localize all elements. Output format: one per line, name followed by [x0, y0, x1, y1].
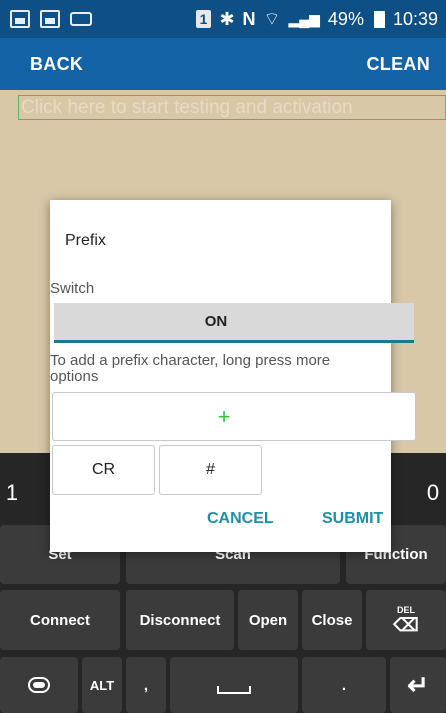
toggle-label: ON [204, 313, 228, 330]
bluetooth-icon: ✱ [219, 8, 235, 29]
emoji-key[interactable] [0, 657, 78, 713]
app-bar: BACK CLEAN [0, 38, 446, 90]
clean-button[interactable]: CLEAN [367, 54, 431, 75]
space-icon [217, 686, 251, 694]
sim-badge: 1 [195, 10, 212, 28]
status-bar: 1 ✱ N ⌔ ▂▄▆ 49% 10:39 [0, 0, 446, 38]
open-key[interactable]: Open [238, 590, 298, 650]
dialog-title: Prefix [65, 232, 106, 249]
backspace-icon: ⌫ [393, 614, 419, 635]
signal-icon: ▂▄▆ [288, 10, 320, 27]
connect-key[interactable]: Connect [0, 590, 120, 650]
back-button[interactable]: BACK [30, 54, 83, 75]
delete-key-label: DEL [397, 604, 415, 615]
nfc-icon: N [242, 8, 256, 29]
add-prefix-button[interactable]: + [52, 392, 416, 441]
key-1[interactable]: 1 [0, 469, 24, 517]
key-0[interactable]: 0 [420, 469, 446, 517]
period-key[interactable]: . [302, 657, 386, 713]
mail-notification-icon [70, 12, 92, 26]
alt-key[interactable]: ALT [82, 657, 122, 713]
test-input[interactable]: Click here to start testing and activati… [18, 95, 446, 120]
comma-key[interactable]: , [126, 657, 166, 713]
prefix-toggle[interactable]: ON [54, 303, 414, 343]
switch-label: Switch [50, 280, 95, 297]
wifi-icon: ⌔ [263, 8, 281, 29]
clock: 10:39 [392, 8, 438, 29]
circle-icon [30, 679, 48, 691]
enter-icon[interactable]: ↵ [390, 657, 446, 713]
plus-icon: + [217, 403, 231, 429]
battery-percent: 49% [327, 8, 364, 29]
close-key[interactable]: Close [302, 590, 362, 650]
submit-button[interactable]: SUBMIT [322, 510, 383, 528]
space-key[interactable] [170, 657, 298, 713]
prefix-hint: To add a prefix character, long press mo… [50, 352, 331, 385]
gallery-notification-icon [40, 10, 60, 28]
image-notification-icon [10, 10, 30, 28]
prefix-dialog: Prefix Switch ON To add a prefix charact… [50, 200, 416, 552]
prefix-chip-hash[interactable]: # [159, 445, 262, 495]
disconnect-key[interactable]: Disconnect [126, 590, 234, 650]
battery-icon [373, 10, 385, 28]
cancel-button[interactable]: CANCEL [207, 510, 274, 528]
delete-key[interactable]: DEL ⌫ [366, 590, 446, 650]
prefix-chip-cr[interactable]: CR [52, 445, 155, 495]
